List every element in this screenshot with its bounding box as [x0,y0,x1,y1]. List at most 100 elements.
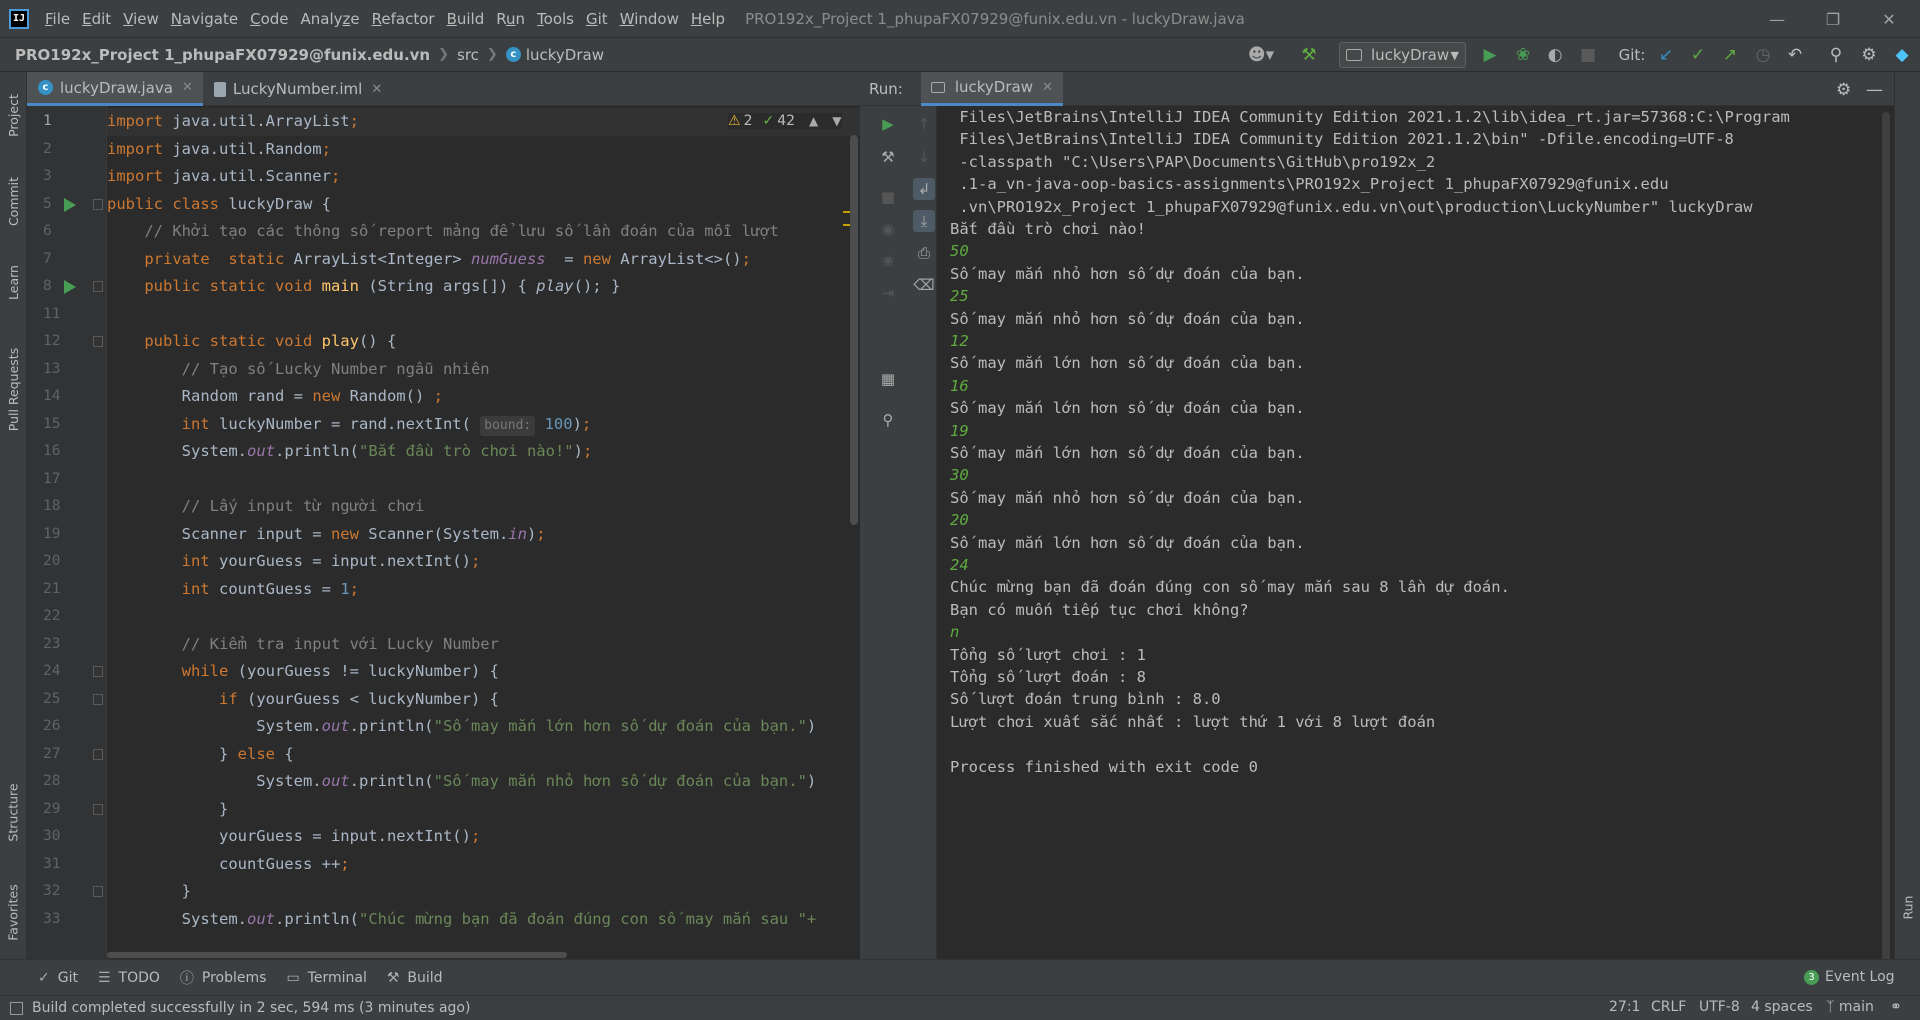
line-number[interactable]: 20 [27,548,107,576]
console-user-input[interactable]: 16 [950,375,969,397]
line-separator[interactable]: CRLF [1651,995,1686,1020]
line-number[interactable]: 28 [27,768,107,796]
arrow-up-icon[interactable]: ↑ [913,113,935,135]
line-number[interactable]: 16 [27,438,107,466]
run-configuration-select[interactable]: luckyDraw ▼ [1339,42,1466,68]
restore-window-button[interactable]: ❐ [1808,0,1858,38]
menu-git[interactable]: Git [580,0,614,38]
code-line[interactable]: // Lấy input từ người chơi [107,493,425,521]
pull-requests-tool-tab[interactable]: Pull Requests [0,334,27,444]
scroll-to-end-icon[interactable]: ⤓ [913,210,935,232]
structure-tool-tab[interactable]: Structure [0,772,27,852]
menu-run[interactable]: Run [490,0,531,38]
build-hammer-icon[interactable]: ⚒ [1296,42,1322,68]
fold-marker-icon[interactable] [93,803,103,815]
stop-icon[interactable]: ■ [877,186,899,208]
console-output-line[interactable]: Số lượt đoán trung bình : 8.0 [950,688,1221,710]
caret-position[interactable]: 27:1 [1609,995,1640,1020]
bug-icon[interactable]: ❀ [877,250,899,272]
console-output-line[interactable]: Số may mắn lớn hơn số dự đoán của bạn. [950,442,1305,464]
git-tool-button[interactable]: ✓ Git [38,970,78,986]
menu-help[interactable]: Help [685,0,731,38]
line-number[interactable]: 30 [27,823,107,851]
menu-edit[interactable]: Edit [76,0,117,38]
code-line[interactable]: // Khởi tạo các thông số report mảng để … [107,218,779,246]
code-line[interactable]: private static ArrayList<Integer> numGue… [107,246,751,274]
git-update-icon[interactable]: ↙ [1654,42,1678,68]
menu-refactor[interactable]: Refactor [366,0,441,38]
minimize-panel-icon[interactable]: — [1866,80,1883,100]
gutter-run-icon[interactable] [64,197,76,212]
code-line[interactable]: countGuess ++; [107,851,350,879]
fold-marker-icon[interactable] [93,666,103,677]
run-console-output[interactable]: Files\JetBrains\IntelliJ IDEA Community … [937,106,1894,959]
lock-icon[interactable]: ⚭ [1890,995,1902,1020]
minimize-window-button[interactable]: — [1752,0,1802,38]
trash-icon[interactable]: ⌫ [913,274,935,296]
code-line[interactable]: import java.util.Scanner; [107,163,340,191]
line-number[interactable]: 33 [27,906,107,934]
console-output-line[interactable]: .1-a_vn-java-oop-basics-assignments\PRO1… [950,173,1668,195]
line-number[interactable]: 19 [27,521,107,549]
console-output-line[interactable]: Process finished with exit code 0 [950,756,1258,778]
console-vertical-scrollbar[interactable] [1882,112,1890,964]
code-line[interactable]: public static void main (String args[]) … [107,273,620,301]
console-user-input[interactable]: 25 [950,285,969,307]
fold-marker-icon[interactable] [93,198,103,210]
fold-marker-icon[interactable] [93,886,103,897]
console-output-line[interactable]: Số may mắn nhỏ hơn số dự đoán của bạn. [950,308,1305,330]
console-user-input[interactable]: 20 [950,509,969,531]
file-encoding[interactable]: UTF-8 [1699,995,1740,1020]
line-number[interactable]: 23 [27,631,107,659]
console-user-input[interactable]: 19 [950,420,969,442]
line-number[interactable]: 22 [27,603,107,631]
fold-marker-icon[interactable] [93,336,103,347]
console-output-line[interactable]: Số may mắn lớn hơn số dự đoán của bạn. [950,352,1305,374]
learn-tool-tab[interactable]: Learn [0,252,27,312]
line-number[interactable]: 18 [27,493,107,521]
user-icon[interactable]: ☻▾ [1246,42,1276,68]
code-line[interactable]: public class luckyDraw { [107,191,331,219]
git-history-icon[interactable]: ◷ [1751,42,1775,68]
console-output-line[interactable]: Chúc mừng bạn đã đoán đúng con số may mắ… [950,576,1510,598]
code-line[interactable]: // Kiểm tra input với Lucky Number [107,631,499,659]
arrow-down-icon[interactable]: ↓ [913,146,935,168]
chevron-up-icon[interactable]: ▲ [809,114,818,128]
status-message[interactable]: Build completed successfully in 2 sec, 5… [32,1000,470,1016]
menu-analyze[interactable]: Analyze [295,0,366,38]
close-tab-icon[interactable]: ✕ [182,80,193,95]
inspection-widget[interactable]: ⚠ 2 ✓ 42 ▲ ▼ [728,113,842,129]
soft-wrap-icon[interactable]: ↲ [913,178,935,200]
breadcrumb-project[interactable]: PRO192x_Project 1_phupaFX07929@funix.edu… [15,46,430,64]
code-line[interactable]: Scanner input = new Scanner(System.in); [107,521,546,549]
line-number[interactable]: 17 [27,466,107,494]
line-number[interactable]: 21 [27,576,107,604]
run-tab-luckydraw[interactable]: luckyDraw ✕ [920,71,1063,106]
pin-icon[interactable]: ⚲ [877,409,899,431]
code-line[interactable]: // Tạo số Lucky Number ngẫu nhiên [107,356,490,384]
close-tab-icon[interactable]: ✕ [1042,80,1053,95]
console-output-line[interactable]: Số may mắn nhỏ hơn số dự đoán của bạn. [950,487,1305,509]
line-number[interactable]: 14 [27,383,107,411]
breadcrumb-folder[interactable]: src [457,46,479,64]
code-line[interactable]: System.out.println("Bắt đầu trò chơi nào… [107,438,593,466]
run-icon[interactable]: ▶ [1478,42,1502,68]
menu-build[interactable]: Build [441,0,491,38]
console-output-line[interactable]: -classpath "C:\Users\PAP\Documents\GitHu… [950,151,1435,173]
menu-navigate[interactable]: Navigate [165,0,244,38]
todo-tool-button[interactable]: ☰ TODO [98,970,160,986]
menu-tools[interactable]: Tools [531,0,580,38]
code-line[interactable]: System.out.println("Số may mắn nhỏ hơn s… [107,768,816,796]
rollback-icon[interactable]: ↶ [1783,42,1807,68]
settings-gear-icon[interactable]: ⚙ [1857,42,1881,68]
line-number[interactable]: 2 [27,136,107,164]
line-number[interactable]: 31 [27,851,107,879]
print-icon[interactable]: ⎙ [913,242,935,264]
console-output-line[interactable]: Số may mắn nhỏ hơn số dự đoán của bạn. [950,263,1305,285]
code-line[interactable]: int luckyNumber = rand.nextInt( bound: 1… [107,411,591,439]
coverage-icon[interactable]: ◐ [1543,42,1567,68]
gutter-run-icon[interactable] [64,280,76,294]
line-number[interactable]: 6 [27,218,107,246]
code-line[interactable]: if (yourGuess < luckyNumber) { [107,686,499,714]
editor-gutter[interactable]: 1 2 3 5 6 7 8 11 12 13 14 15 16 17 18 19 20 21 22 23 24 25 26 2… [27,106,107,959]
